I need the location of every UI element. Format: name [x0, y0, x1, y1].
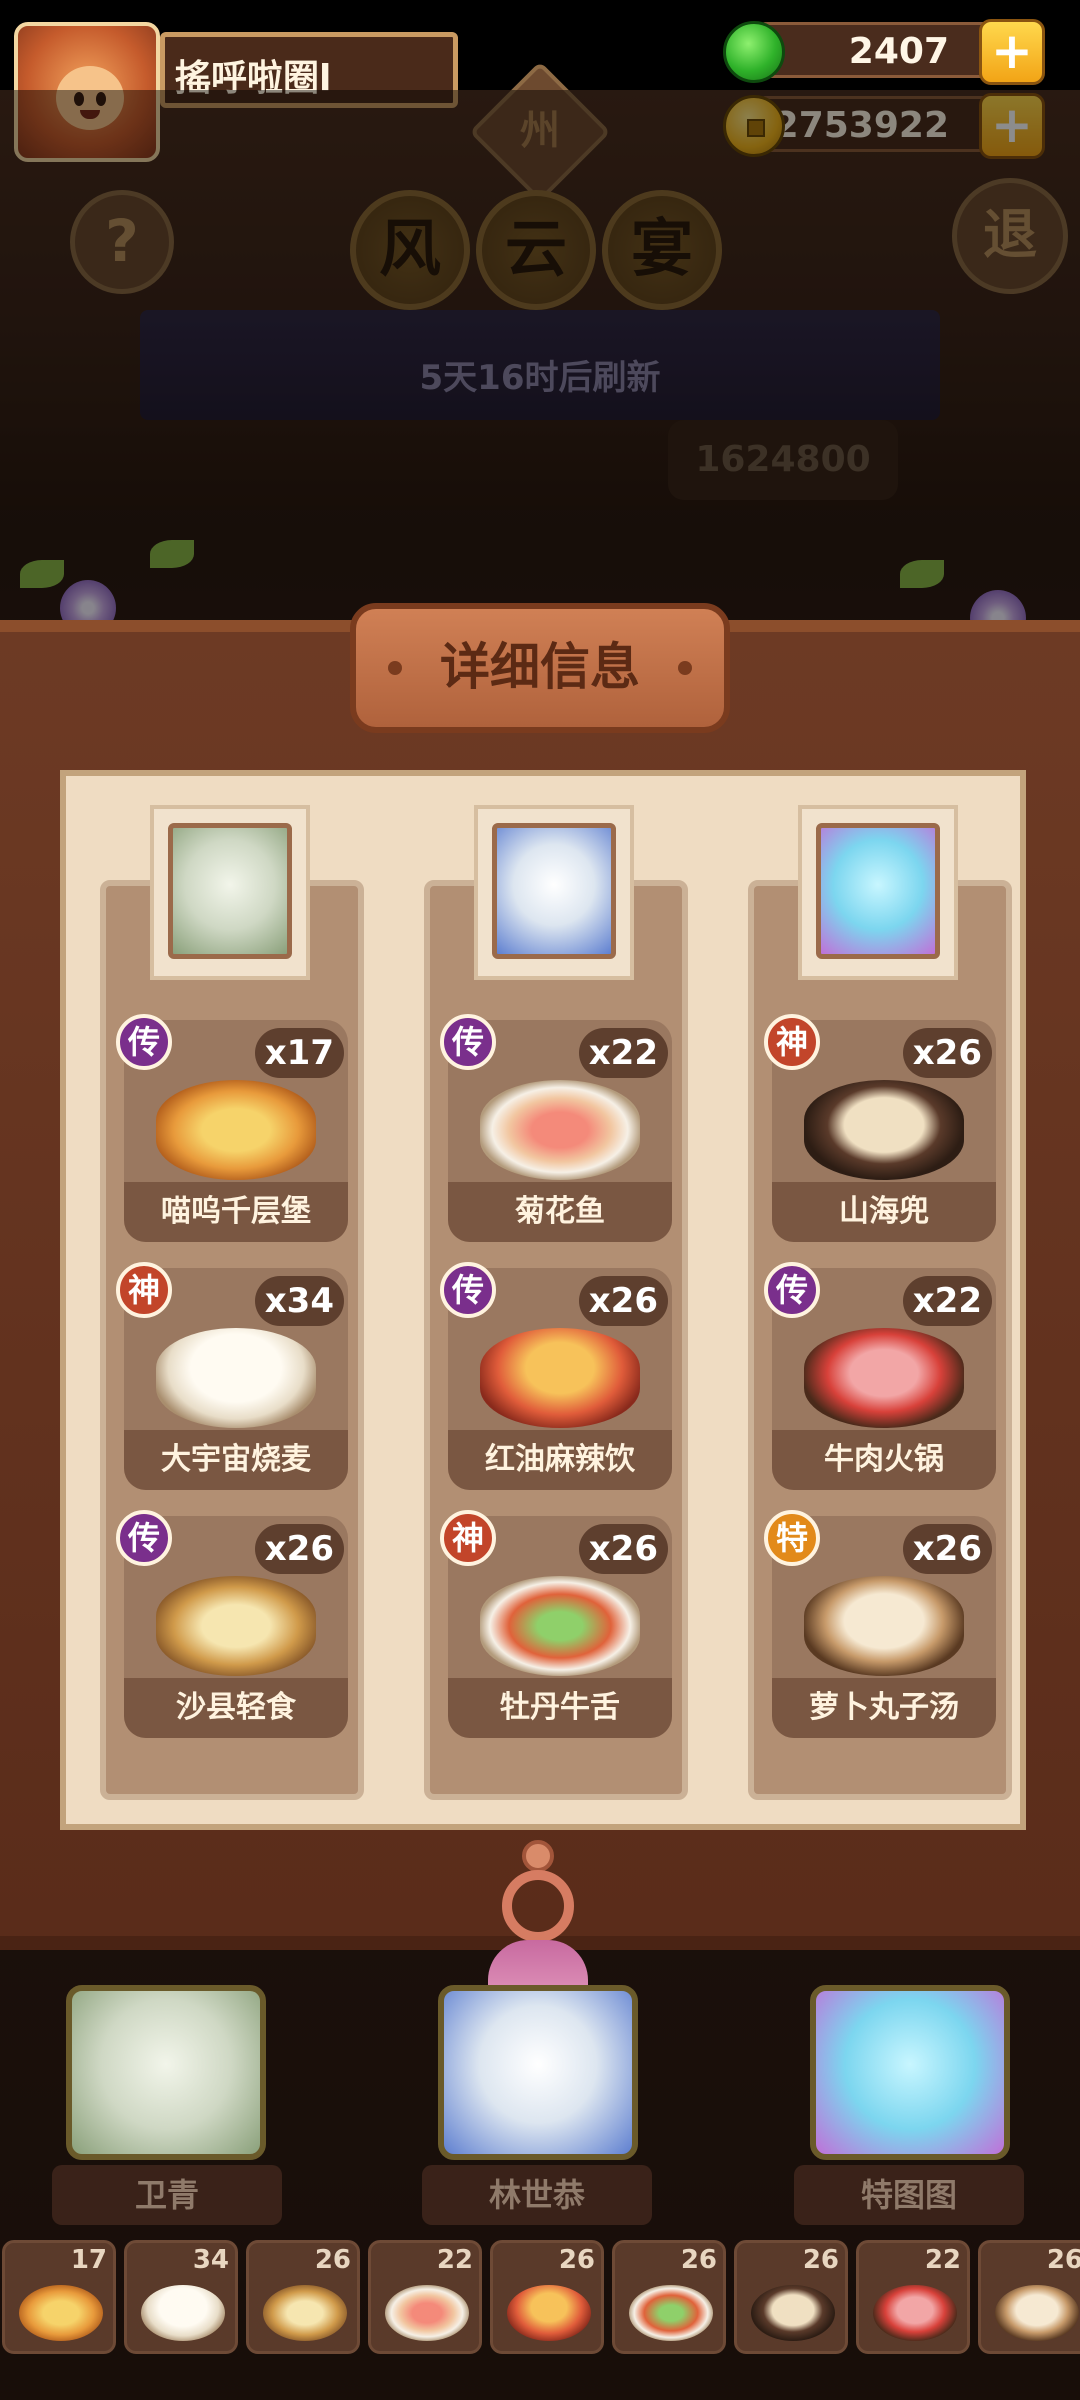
dish-image	[480, 1328, 640, 1428]
dish-name: 菊花鱼	[448, 1182, 672, 1242]
inventory-slot[interactable]: 26	[246, 2240, 360, 2354]
dish-name: 牛肉火锅	[772, 1430, 996, 1490]
dish-rank-badge: 神	[440, 1510, 496, 1566]
dish-count: x26	[902, 1524, 992, 1574]
dish-rank-badge: 传	[116, 1014, 172, 1070]
inventory-slot[interactable]: 26	[734, 2240, 848, 2354]
dish-name: 红油麻辣饮	[448, 1430, 672, 1490]
dish-name: 萝卜丸子汤	[772, 1678, 996, 1738]
dish-card[interactable]: 传 x22 菊花鱼	[440, 1014, 672, 1242]
inventory-count: 22	[924, 2245, 961, 2275]
detail-panel-title: 详细信息	[350, 603, 730, 733]
inventory-dish-image	[995, 2285, 1079, 2341]
dish-name: 牡丹牛舌	[448, 1678, 672, 1738]
character-name-label: 林世恭	[422, 2165, 652, 2225]
inventory-dish-image	[141, 2285, 225, 2341]
dish-rank-badge: 传	[764, 1262, 820, 1318]
chef-portrait-weiqing	[168, 823, 292, 959]
inventory-dish-image	[263, 2285, 347, 2341]
dish-card[interactable]: 神 x26 牡丹牛舌	[440, 1510, 672, 1738]
dish-card[interactable]: 传 x22 牛肉火锅	[764, 1262, 996, 1490]
dish-rank-badge: 特	[764, 1510, 820, 1566]
dish-rank-badge: 神	[764, 1014, 820, 1070]
dish-card[interactable]: 传 x26 沙县轻食	[116, 1510, 348, 1738]
dish-count: x26	[578, 1276, 668, 1326]
dish-name: 大宇宙烧麦	[124, 1430, 348, 1490]
dish-image	[804, 1328, 964, 1428]
dish-name: 山海兜	[772, 1182, 996, 1242]
jade-counter: 2407 +	[723, 19, 1045, 85]
dish-card[interactable]: 传 x26 红油麻辣饮	[440, 1262, 672, 1490]
dish-image	[804, 1576, 964, 1676]
dish-count: x22	[578, 1028, 668, 1078]
inventory-slot[interactable]: 34	[124, 2240, 238, 2354]
dish-image	[156, 1080, 316, 1180]
dish-card[interactable]: 神 x26 山海兜	[764, 1014, 996, 1242]
dish-rank-badge: 传	[116, 1510, 172, 1566]
dish-count: x26	[902, 1028, 992, 1078]
character-card-tetutu[interactable]	[810, 1985, 1010, 2160]
dish-count: x17	[254, 1028, 344, 1078]
jade-amount: 2407	[848, 31, 949, 72]
dish-rank-badge: 传	[440, 1014, 496, 1070]
chef-portrait-tetutu	[816, 823, 940, 959]
inventory-dish-image	[507, 2285, 591, 2341]
inventory-count: 26	[314, 2245, 351, 2275]
inventory-slot[interactable]: 26	[612, 2240, 726, 2354]
inventory-dish-image	[629, 2285, 713, 2341]
inventory-slot[interactable]: 22	[368, 2240, 482, 2354]
character-card-weiqing[interactable]	[66, 1985, 266, 2160]
inventory-count: 34	[192, 2245, 229, 2275]
inventory-count: 22	[436, 2245, 473, 2275]
dish-count: x26	[254, 1524, 344, 1574]
chef-portrait-linshigong	[492, 823, 616, 959]
inventory-dish-image	[19, 2285, 103, 2341]
dish-image	[480, 1576, 640, 1676]
dish-name: 喵呜千层堡	[124, 1182, 348, 1242]
inventory-count: 17	[70, 2245, 107, 2275]
dish-image	[156, 1328, 316, 1428]
dish-count: x26	[578, 1524, 668, 1574]
dish-card[interactable]: 神 x34 大宇宙烧麦	[116, 1262, 348, 1490]
chef-portrait-card	[474, 805, 634, 980]
inventory-dish-image	[751, 2285, 835, 2341]
dish-card[interactable]: 传 x17 喵呜千层堡	[116, 1014, 348, 1242]
dish-image	[480, 1080, 640, 1180]
inventory-count: 26	[558, 2245, 595, 2275]
inventory-slot[interactable]: 17	[2, 2240, 116, 2354]
dish-rank-badge: 神	[116, 1262, 172, 1318]
dish-count: x22	[902, 1276, 992, 1326]
dish-name: 沙县轻食	[124, 1678, 348, 1738]
chef-portrait-card	[150, 805, 310, 980]
inventory-slot[interactable]: 22	[856, 2240, 970, 2354]
inventory-count: 26	[1046, 2245, 1080, 2275]
character-name-label: 特图图	[794, 2165, 1024, 2225]
chef-portrait-card	[798, 805, 958, 980]
inventory-count: 26	[802, 2245, 839, 2275]
add-jade-button[interactable]: +	[979, 19, 1045, 85]
inventory-dish-image	[385, 2285, 469, 2341]
dish-card[interactable]: 特 x26 萝卜丸子汤	[764, 1510, 996, 1738]
jade-icon	[723, 21, 785, 83]
character-name-label: 卫青	[52, 2165, 282, 2225]
inventory-dish-image	[873, 2285, 957, 2341]
dish-rank-badge: 传	[440, 1262, 496, 1318]
character-card-linshigong[interactable]	[438, 1985, 638, 2160]
inventory-count: 26	[680, 2245, 717, 2275]
inventory-slot[interactable]: 26	[490, 2240, 604, 2354]
dish-image	[156, 1576, 316, 1676]
inventory-slot[interactable]: 26	[978, 2240, 1080, 2354]
dish-count: x34	[254, 1276, 344, 1326]
dish-image	[804, 1080, 964, 1180]
